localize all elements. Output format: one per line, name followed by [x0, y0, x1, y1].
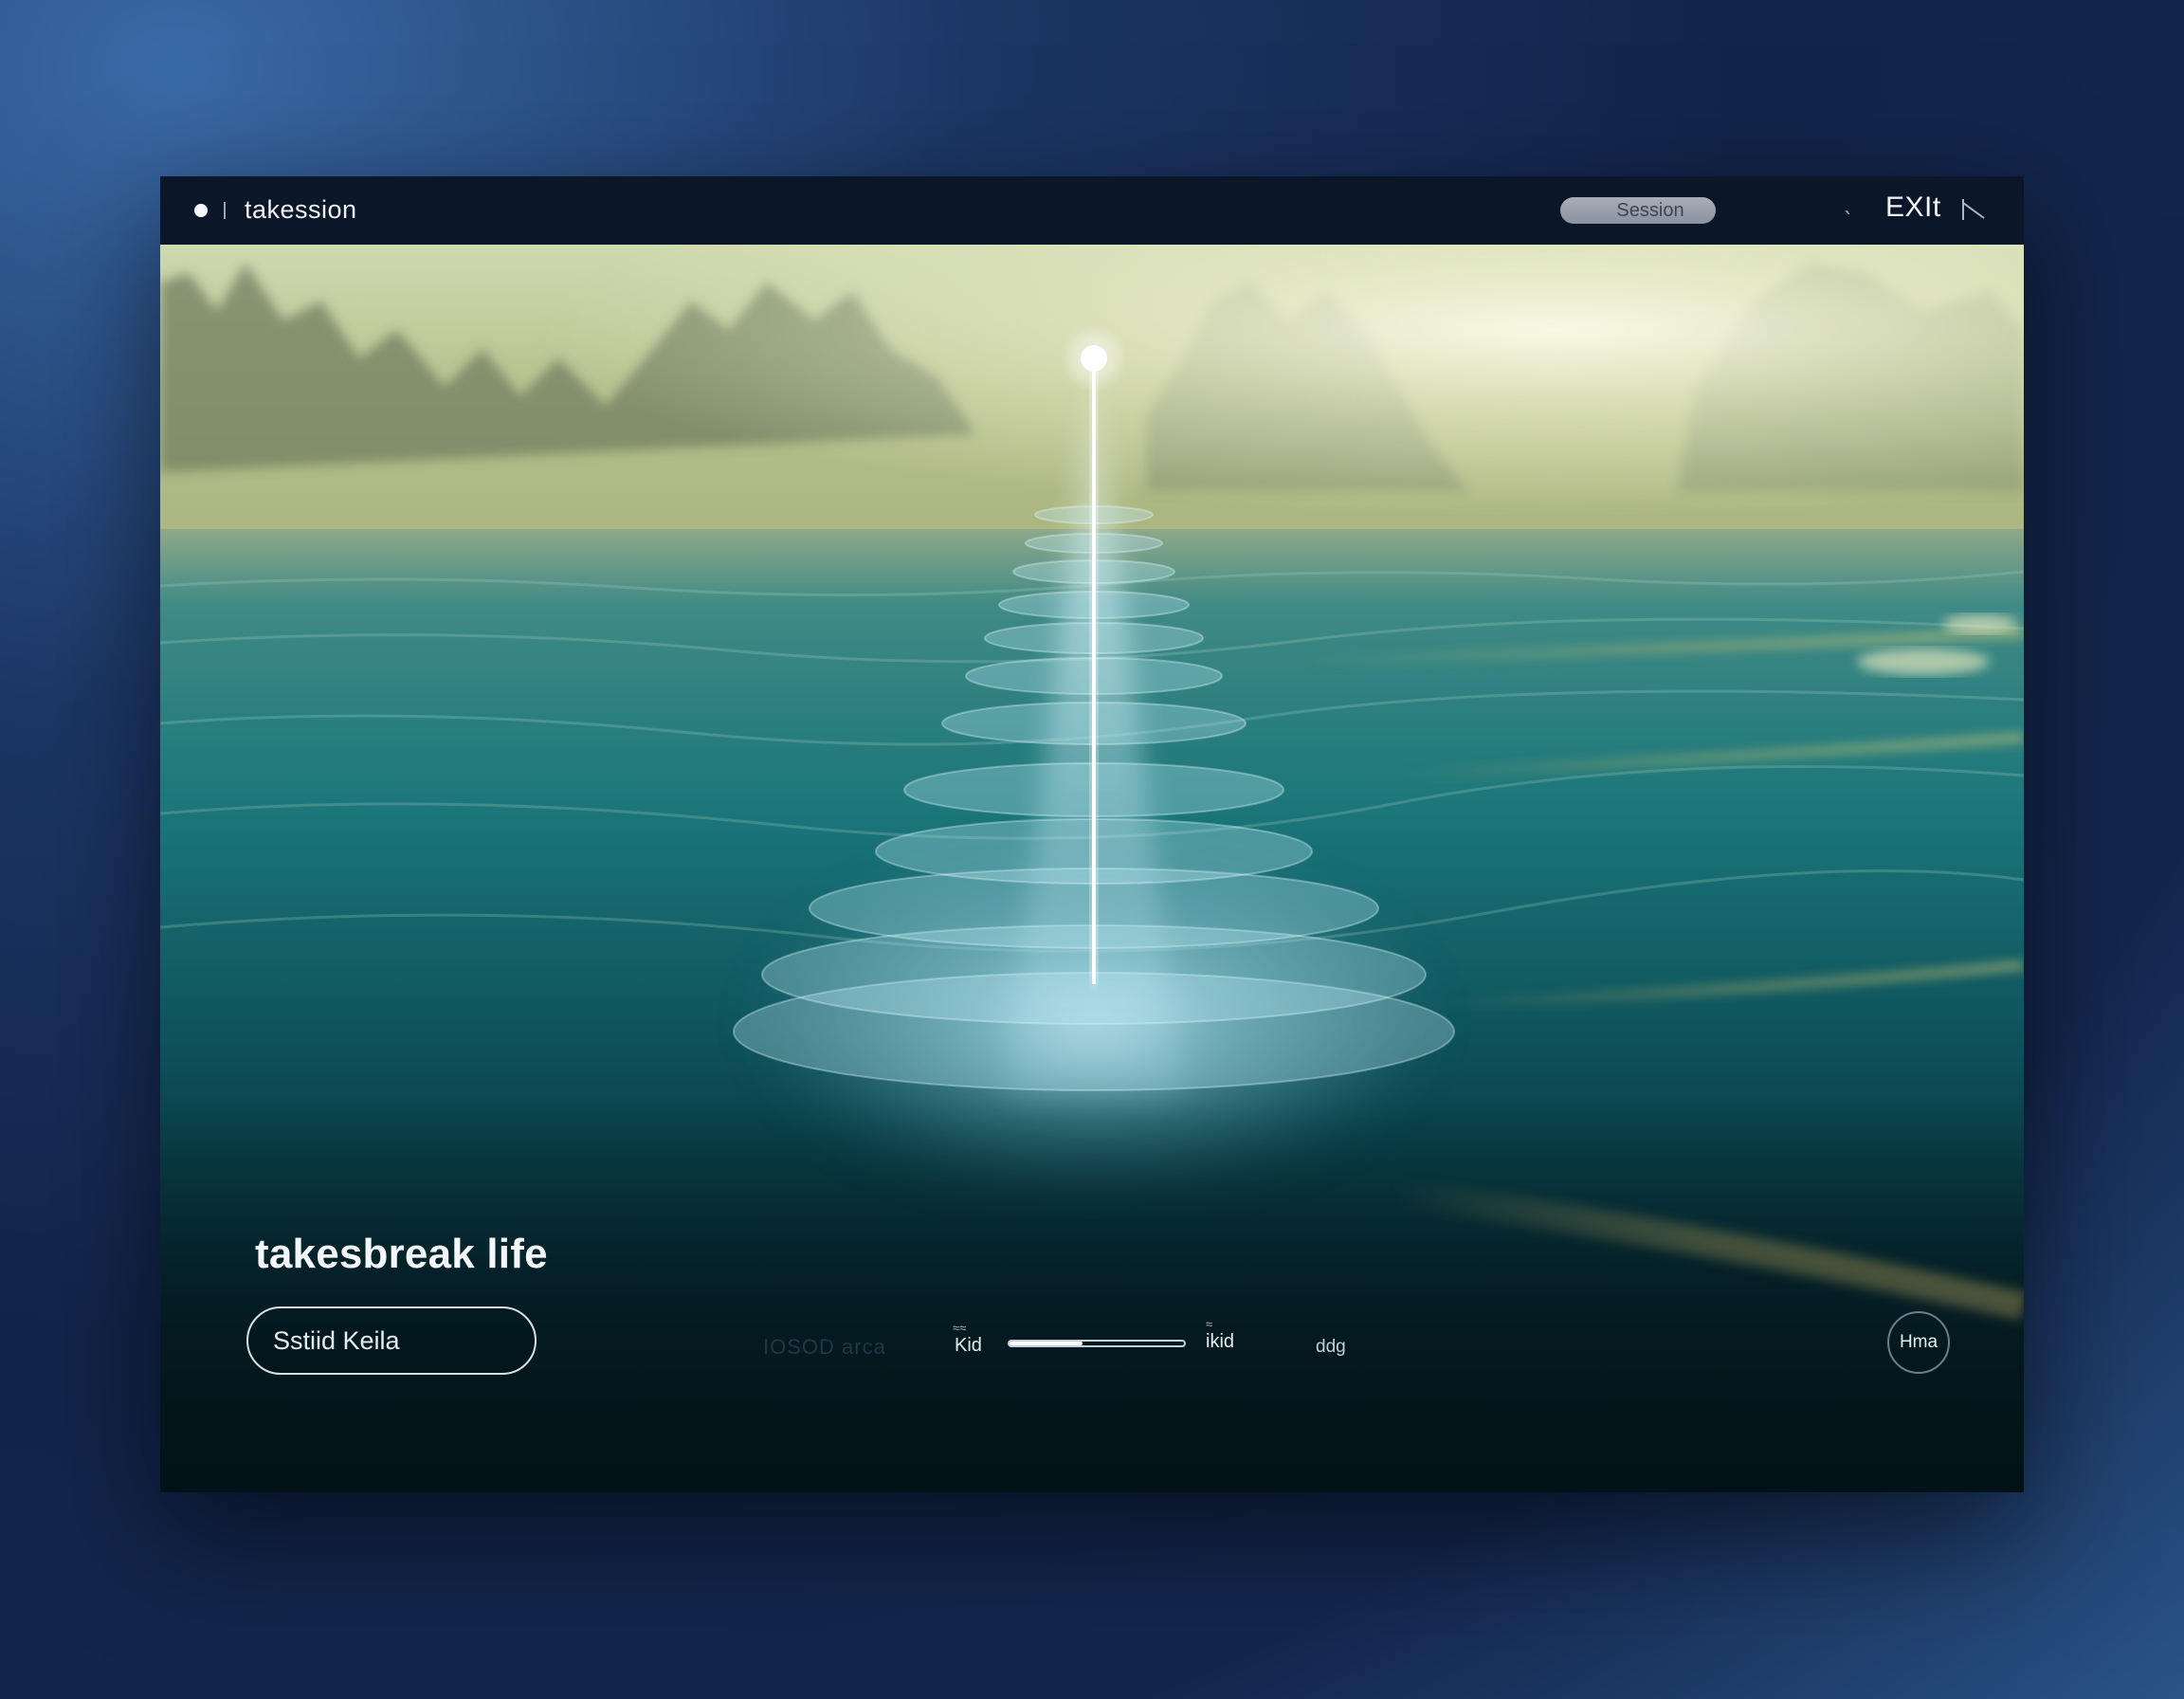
- title-bar: takession Session ˴ EXIt: [160, 176, 2024, 245]
- faint-label: IOSOD arca: [763, 1335, 886, 1359]
- progress-fill: [1010, 1342, 1083, 1345]
- right-tick-marks-icon: ≈: [1206, 1317, 1213, 1331]
- player-end-label[interactable]: ddg: [1316, 1337, 1346, 1358]
- hero-title: takesbreak life: [255, 1231, 548, 1277]
- session-pill[interactable]: Session: [1560, 197, 1716, 224]
- status-dot-icon: [194, 204, 208, 217]
- exit-icon[interactable]: [1959, 195, 1988, 224]
- hero-artwork: [160, 245, 2024, 1492]
- player-right-control[interactable]: ≈ ikid: [1206, 1317, 1234, 1353]
- hero-scene: [160, 245, 2024, 1492]
- app-window: takession Session ˴ EXIt takesbreak life…: [160, 176, 2024, 1492]
- player-left-control[interactable]: ≈≈ Kid: [953, 1321, 982, 1357]
- circle-button[interactable]: Hma: [1887, 1311, 1950, 1374]
- back-arrow-icon[interactable]: ˴: [1844, 197, 1851, 224]
- player-left-label: Kid: [955, 1335, 982, 1356]
- title-divider: [224, 202, 226, 219]
- progress-track[interactable]: [1008, 1340, 1186, 1347]
- player-right-label: ikid: [1206, 1331, 1235, 1352]
- left-tick-marks-icon: ≈≈: [953, 1321, 967, 1335]
- action-pill-button[interactable]: Sstiid Keila: [246, 1306, 537, 1375]
- exit-button[interactable]: EXIt: [1885, 192, 1941, 224]
- app-name: takession: [245, 195, 357, 224]
